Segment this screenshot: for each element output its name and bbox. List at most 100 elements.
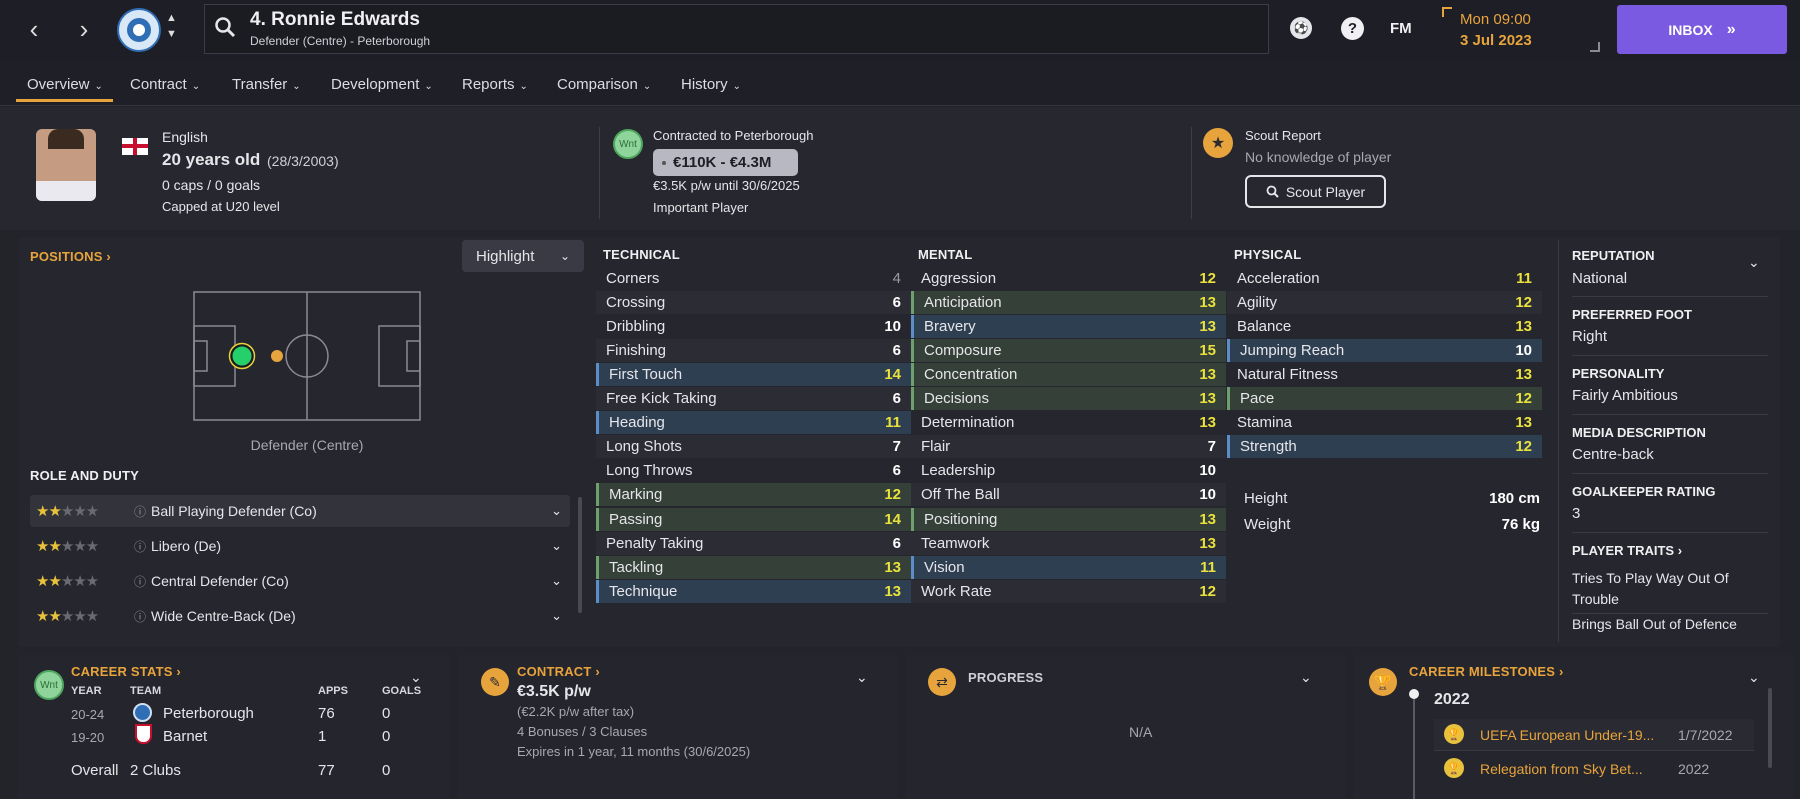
milestones-scrollbar[interactable] <box>1768 688 1772 768</box>
attribute-row[interactable]: Composure 15 <box>911 339 1226 363</box>
positions-heading[interactable]: POSITIONS › <box>30 249 111 264</box>
attribute-row[interactable]: Jumping Reach 10 <box>1227 339 1542 363</box>
player-traits-heading[interactable]: PLAYER TRAITS › <box>1572 543 1682 558</box>
attribute-row[interactable]: Strength 12 <box>1227 435 1542 459</box>
attribute-row[interactable]: Stamina 13 <box>1227 411 1542 434</box>
role-row[interactable]: ★★★★★ ⓘ Wide Centre-Back (De) ⌄ <box>30 600 570 632</box>
attribute-row[interactable]: Off The Ball 10 <box>911 483 1226 507</box>
attribute-value: 6 <box>892 462 901 480</box>
attribute-value: 12 <box>1515 390 1532 408</box>
attribute-name: Passing <box>609 510 663 528</box>
highlight-dropdown[interactable]: Highlight ⌄ <box>462 240 584 272</box>
attribute-row[interactable]: Passing 14 <box>596 507 911 531</box>
attribute-row[interactable]: Leadership 10 <box>911 459 1226 482</box>
tab-development[interactable]: Development ⌄ <box>331 76 433 93</box>
player-summary: English 20 years old (28/3/2003) 0 caps … <box>0 107 1800 230</box>
chevron-down-icon[interactable]: ⌄ <box>1748 254 1760 271</box>
attribute-row[interactable]: Concentration 13 <box>911 363 1226 387</box>
chevron-down-icon[interactable]: ⌄ <box>551 608 562 624</box>
attribute-row[interactable]: Aggression 12 <box>911 267 1226 290</box>
career-team[interactable]: Barnet <box>163 728 207 745</box>
tab-reports[interactable]: Reports ⌄ <box>462 76 528 93</box>
attribute-row[interactable]: First Touch 14 <box>596 363 911 387</box>
attribute-value: 13 <box>884 582 901 600</box>
search-icon[interactable] <box>214 16 236 41</box>
tab-comparison[interactable]: Comparison ⌄ <box>557 76 651 93</box>
attribute-row[interactable]: Acceleration 11 <box>1227 267 1542 290</box>
attribute-name: Vision <box>924 558 965 576</box>
roles-scrollbar[interactable] <box>578 497 582 613</box>
attribute-row[interactable]: Long Shots 7 <box>596 435 911 459</box>
attribute-row[interactable]: Determination 13 <box>911 411 1226 434</box>
scout-player-button[interactable]: Scout Player <box>1245 175 1386 208</box>
info-icon[interactable]: ⓘ <box>134 608 146 625</box>
career-stats-heading[interactable]: CAREER STATS › <box>71 664 181 679</box>
attribute-row[interactable]: Bravery 13 <box>911 315 1226 339</box>
club-crest-icon[interactable] <box>117 8 161 52</box>
info-icon[interactable]: ⓘ <box>134 538 146 555</box>
attribute-row[interactable]: Flair 7 <box>911 435 1226 459</box>
tab-contract[interactable]: Contract ⌄ <box>130 76 200 93</box>
attribute-row[interactable]: Agility 12 <box>1227 291 1542 315</box>
help-icon[interactable]: ? <box>1341 17 1364 40</box>
attribute-value: 12 <box>1199 582 1216 600</box>
attribute-value: 10 <box>1199 462 1216 480</box>
attribute-row[interactable]: Tackling 13 <box>596 555 911 579</box>
game-status-icon[interactable]: ⚽ <box>1290 17 1312 39</box>
tab-overview[interactable]: Overview ⌄ <box>27 76 103 93</box>
career-milestones-heading[interactable]: CAREER MILESTONES › <box>1409 664 1564 679</box>
attribute-row[interactable]: Penalty Taking 6 <box>596 531 911 555</box>
attribute-row[interactable]: Natural Fitness 13 <box>1227 363 1542 386</box>
attribute-row[interactable]: Crossing 6 <box>596 291 911 315</box>
attribute-row[interactable]: Long Throws 6 <box>596 459 911 482</box>
chevron-down-icon[interactable]: ⌄ <box>410 669 422 686</box>
chevron-down-icon[interactable]: ⌄ <box>1748 669 1760 686</box>
attribute-row[interactable]: Pace 12 <box>1227 387 1542 411</box>
attribute-name: Crossing <box>606 294 666 312</box>
value-range-badge[interactable]: €110K - €4.3M <box>653 149 798 176</box>
attribute-row[interactable]: Corners 4 <box>596 267 911 290</box>
chevron-down-icon: ⌄ <box>94 81 103 92</box>
career-apps: 76 <box>318 705 335 722</box>
attribute-name: First Touch <box>609 366 683 384</box>
attribute-row[interactable]: Positioning 13 <box>911 507 1226 531</box>
chevron-down-icon[interactable]: ⌄ <box>856 669 868 686</box>
inbox-button[interactable]: INBOX » <box>1617 5 1787 54</box>
attribute-row[interactable]: Anticipation 13 <box>911 291 1226 315</box>
attribute-row[interactable]: Teamwork 13 <box>911 531 1226 555</box>
attribute-row[interactable]: Balance 13 <box>1227 315 1542 338</box>
attribute-row[interactable]: Finishing 6 <box>596 339 911 363</box>
attribute-row[interactable]: Free Kick Taking 6 <box>596 387 911 411</box>
role-row[interactable]: ★★★★★ ⓘ Central Defender (Co) ⌄ <box>30 565 570 597</box>
role-row[interactable]: ★★★★★ ⓘ Ball Playing Defender (Co) ⌄ <box>30 495 570 527</box>
tab-history[interactable]: History ⌄ <box>681 76 741 93</box>
forward-arrow-icon[interactable]: › <box>66 11 102 47</box>
chevron-down-icon: ⌄ <box>292 81 301 92</box>
info-icon[interactable]: ⓘ <box>134 503 146 520</box>
overall-team: 2 Clubs <box>130 762 181 779</box>
attribute-row[interactable]: Vision 11 <box>911 555 1226 579</box>
attribute-row[interactable]: Dribbling 10 <box>596 315 911 338</box>
back-arrow-icon[interactable]: ‹ <box>16 11 52 47</box>
search-icon <box>1266 185 1279 198</box>
info-icon[interactable]: ⓘ <box>134 573 146 590</box>
role-row[interactable]: ★★★★★ ⓘ Libero (De) ⌄ <box>30 530 570 562</box>
personality-label: PERSONALITY <box>1572 366 1665 381</box>
chevron-down-icon: ⌄ <box>191 81 201 92</box>
attribute-row[interactable]: Technique 13 <box>596 579 911 603</box>
attribute-row[interactable]: Work Rate 12 <box>911 579 1226 603</box>
attribute-row[interactable]: Decisions 13 <box>911 387 1226 411</box>
chevron-down-icon[interactable]: ⌄ <box>551 573 562 589</box>
contract-heading[interactable]: CONTRACT › <box>517 664 600 679</box>
chevron-down-icon[interactable]: ⌄ <box>1300 669 1312 686</box>
attribute-row[interactable]: Heading 11 <box>596 411 911 435</box>
chevron-down-icon[interactable]: ⌄ <box>551 503 562 519</box>
tab-transfer[interactable]: Transfer ⌄ <box>232 76 301 93</box>
contract-after-tax: (€2.2K p/w after tax) <box>517 704 635 719</box>
career-team[interactable]: Peterborough <box>163 705 254 722</box>
attribute-row[interactable]: Marking 12 <box>596 483 911 507</box>
fm-menu-button[interactable]: FM <box>1390 20 1412 37</box>
chevron-down-icon[interactable]: ⌄ <box>551 538 562 554</box>
attribute-name: Aggression <box>921 270 997 287</box>
club-switch-chevrons-icon[interactable]: ▲ ▼ <box>166 10 177 42</box>
